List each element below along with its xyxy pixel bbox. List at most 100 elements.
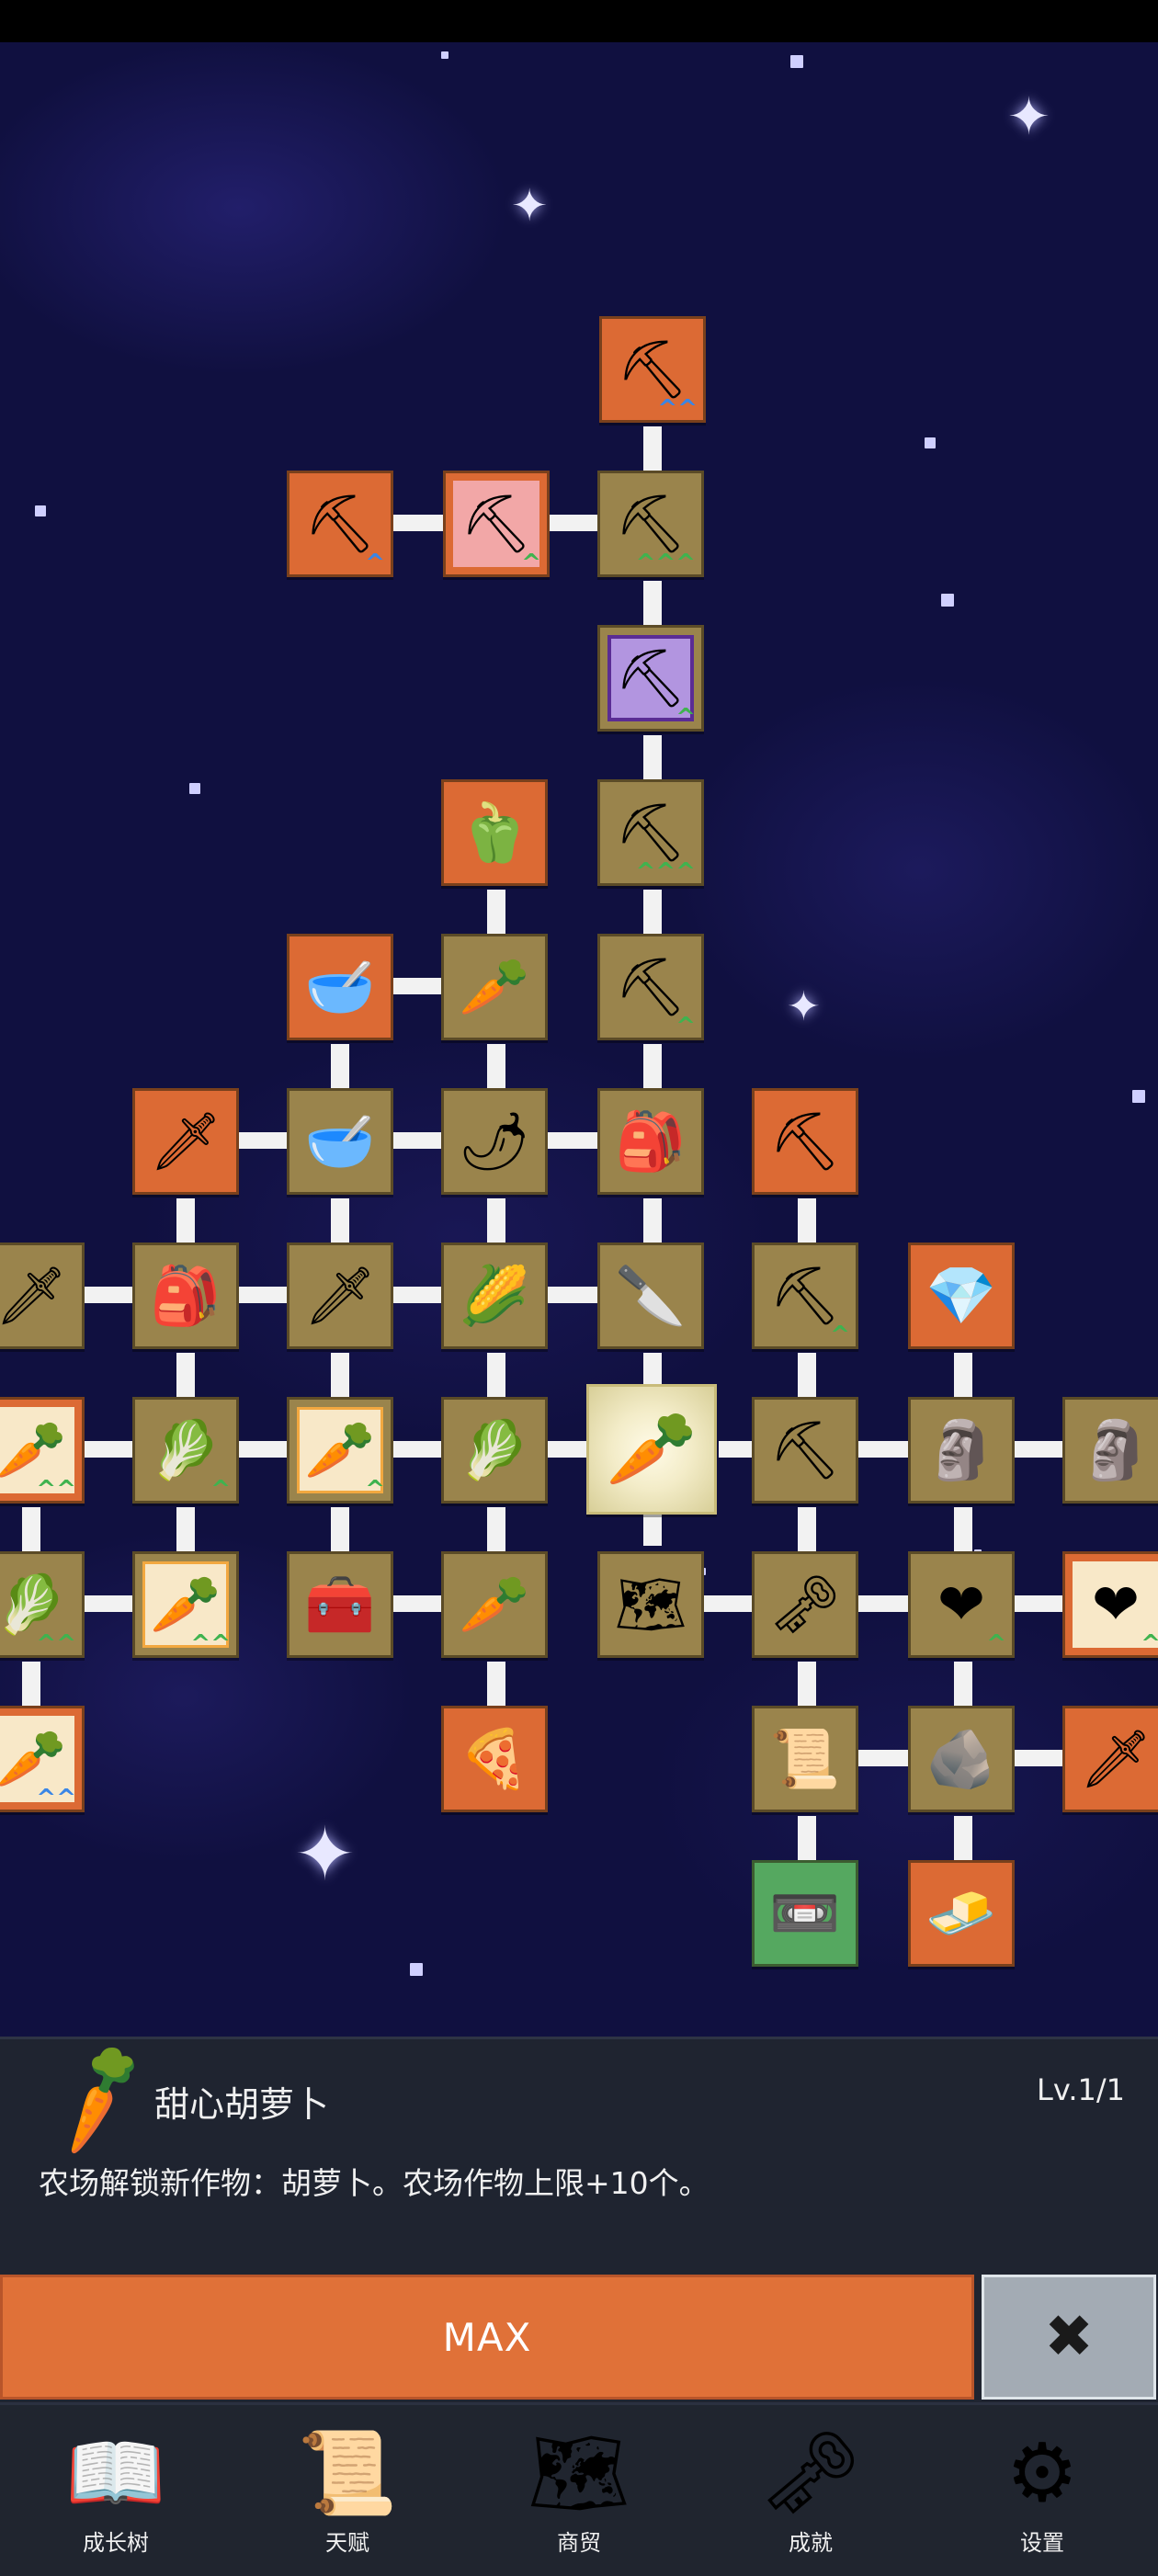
skill-node-shovel[interactable]: ⛏ ^^^ (597, 471, 704, 577)
skill-level: Lv.1/1 (1037, 2072, 1125, 2107)
skill-node-dagger[interactable]: 🔪 (597, 1243, 704, 1349)
nav-label: 商贸 (557, 2530, 601, 2556)
skill-node-bowl[interactable]: 🥣 (287, 934, 393, 1040)
skill-node-statue[interactable]: 🗿 (1062, 1397, 1158, 1504)
pickaxe-icon: ⛏ (768, 1262, 842, 1329)
skill-node-cassette[interactable]: 📼 (752, 1860, 858, 1967)
close-button[interactable]: ✖ (982, 2275, 1156, 2400)
skill-node-carrot-selected[interactable]: 🥕 (586, 1384, 717, 1515)
skill-node-crystal[interactable]: 💎 (908, 1243, 1015, 1349)
skill-node-scroll[interactable]: 📜 (752, 1706, 858, 1812)
skill-node-map[interactable]: 🗺 (597, 1551, 704, 1658)
upgrade-badge: ^^^ (635, 550, 696, 577)
skill-node-shovel[interactable]: ⛏ ^^^ (597, 779, 704, 886)
upgrade-badge: ^ (676, 704, 696, 732)
pickaxe-icon: ⛏ (768, 1416, 842, 1483)
carrot-icon: 🥕 (150, 1571, 221, 1638)
sword-icon: 🗡 (149, 1107, 222, 1175)
skill-node-heart[interactable]: ❤ ^ (908, 1551, 1015, 1658)
skill-node-carrot[interactable]: 🥕 ^ (287, 1397, 393, 1504)
skill-node-pickaxe[interactable]: ⛏ (752, 1088, 858, 1195)
skill-node-chest[interactable]: 🧰 (287, 1551, 393, 1658)
nav-item-talent[interactable]: 📜 天赋 (232, 2405, 463, 2576)
upgrade-badge: ^ (986, 1630, 1006, 1658)
nav-item-settings[interactable]: ⚙ 设置 (926, 2405, 1158, 2576)
skill-node-sword[interactable]: 🗡 (0, 1243, 85, 1349)
skill-node-key[interactable]: 🗝 (752, 1551, 858, 1658)
status-bar (0, 0, 1158, 42)
sparkle-decoration: ✦ (787, 983, 821, 1030)
upgrade-badge: ^ (365, 550, 385, 577)
sparkle-decoration: ✦ (294, 1811, 357, 1897)
skill-node-sword[interactable]: 🗡 (132, 1088, 239, 1195)
skill-node-pickaxe[interactable]: ⛏ ^ (752, 1243, 858, 1349)
scroll-icon: 📜 (297, 2425, 398, 2520)
bowl-icon: 🥣 (304, 953, 376, 1020)
skill-node-parsnip[interactable]: 🥕 (441, 1551, 548, 1658)
chili-icon: 🌶 (458, 1107, 531, 1175)
key-icon: 🗝 (768, 1571, 842, 1638)
skill-node-pickaxe[interactable]: ⛏ (752, 1397, 858, 1504)
pepper-icon: 🫑 (459, 799, 530, 866)
max-button[interactable]: MAX (0, 2275, 974, 2400)
skill-node-shovel[interactable]: ⛏ ^ (443, 471, 550, 577)
upgrade-badge: ^^ (657, 395, 698, 423)
skill-node-shovel[interactable]: ⛏ ^ (597, 934, 704, 1040)
cabbage-icon: 🥬 (150, 1416, 221, 1483)
carrot-icon: 🥕 (29, 2030, 167, 2165)
skill-node-pepper[interactable]: 🫑 (441, 779, 548, 886)
book-icon: 📖 (65, 2425, 166, 2520)
upgrade-badge: ^ (830, 1322, 850, 1349)
statue-icon: 🗿 (1080, 1416, 1152, 1483)
stone-icon: 🪨 (925, 1725, 997, 1792)
sparkle-decoration: ✦ (1007, 87, 1050, 147)
cabbage-icon: 🥬 (0, 1571, 67, 1638)
gear-icon: ⚙ (1005, 2425, 1079, 2520)
corn-icon: 🌽 (459, 1262, 530, 1329)
skill-node-carrot[interactable]: 🥕 ^^ (0, 1706, 85, 1812)
cassette-icon: 📼 (769, 1879, 841, 1946)
upgrade-badge: ^ (1141, 1630, 1158, 1658)
skill-node-carrot[interactable]: 🥕 ^^ (132, 1551, 239, 1658)
skill-node-carrot[interactable]: 🥕 ^^ (0, 1397, 85, 1504)
radish-icon: 🥕 (459, 953, 530, 1020)
skill-node-pizza[interactable]: 🍕 (441, 1706, 548, 1812)
shovel-icon: ⛏ (614, 490, 687, 557)
heart-icon: ❤ (1092, 1571, 1140, 1638)
upgrade-badge: ^ (365, 1476, 385, 1504)
upgrade-badge: ^ (676, 1013, 696, 1040)
skill-node-cabbage[interactable]: 🥬 (441, 1397, 548, 1504)
nav-item-achievements[interactable]: 🗝 成就 (695, 2405, 926, 2576)
skill-node-backpack[interactable]: 🎒 (132, 1243, 239, 1349)
upgrade-badge: ^^ (36, 1630, 76, 1658)
skill-node-sword[interactable]: 🗡 (287, 1243, 393, 1349)
skill-tree-view[interactable]: ✦ ✦ ✦ ✦ ⛏ ^^ ⛏ ^ ⛏ ^ ⛏ ^^^ ⛏ ^ 🫑 ⛏ ^^^ 🥣… (0, 42, 1158, 2037)
skill-node-shovel[interactable]: ⛏ ^^ (599, 316, 706, 423)
skill-node-chili[interactable]: 🌶 (441, 1088, 548, 1195)
skill-node-bowl[interactable]: 🥣 (287, 1088, 393, 1195)
nav-label: 设置 (1020, 2530, 1064, 2556)
skill-node-backpack[interactable]: 🎒 (597, 1088, 704, 1195)
skill-node-shovel[interactable]: ⛏ ^ (597, 625, 704, 732)
skill-node-stone[interactable]: 🪨 (908, 1706, 1015, 1812)
skill-node-cabbage[interactable]: 🥬 ^^ (0, 1551, 85, 1658)
map-icon: 🗺 (614, 1571, 687, 1638)
nav-item-trade[interactable]: 🗺 商贸 (463, 2405, 695, 2576)
shovel-icon: ⛏ (460, 490, 533, 557)
nav-item-growth-tree[interactable]: 📖 成长树 (0, 2405, 232, 2576)
parsnip-icon: 🥕 (459, 1571, 530, 1638)
skill-node-gold-bar[interactable]: 🧈 (908, 1860, 1015, 1967)
skill-node-cabbage[interactable]: 🥬 ^ (132, 1397, 239, 1504)
skill-node-shovel[interactable]: ⛏ ^ (287, 471, 393, 577)
carrot-icon: 🥕 (606, 1406, 698, 1492)
skill-node-corn[interactable]: 🌽 (441, 1243, 548, 1349)
carrot-icon: 🥕 (0, 1725, 67, 1792)
upgrade-badge: ^^ (36, 1476, 76, 1504)
chest-icon: 🧰 (304, 1571, 376, 1638)
shovel-icon: ⛏ (303, 490, 377, 557)
gold-bar-icon: 🧈 (925, 1879, 997, 1946)
skill-node-heart[interactable]: ❤ ^ (1062, 1551, 1158, 1658)
skill-node-statue[interactable]: 🗿 (908, 1397, 1015, 1504)
skill-node-sword[interactable]: 🗡 (1062, 1706, 1158, 1812)
skill-node-radish[interactable]: 🥕 (441, 934, 548, 1040)
